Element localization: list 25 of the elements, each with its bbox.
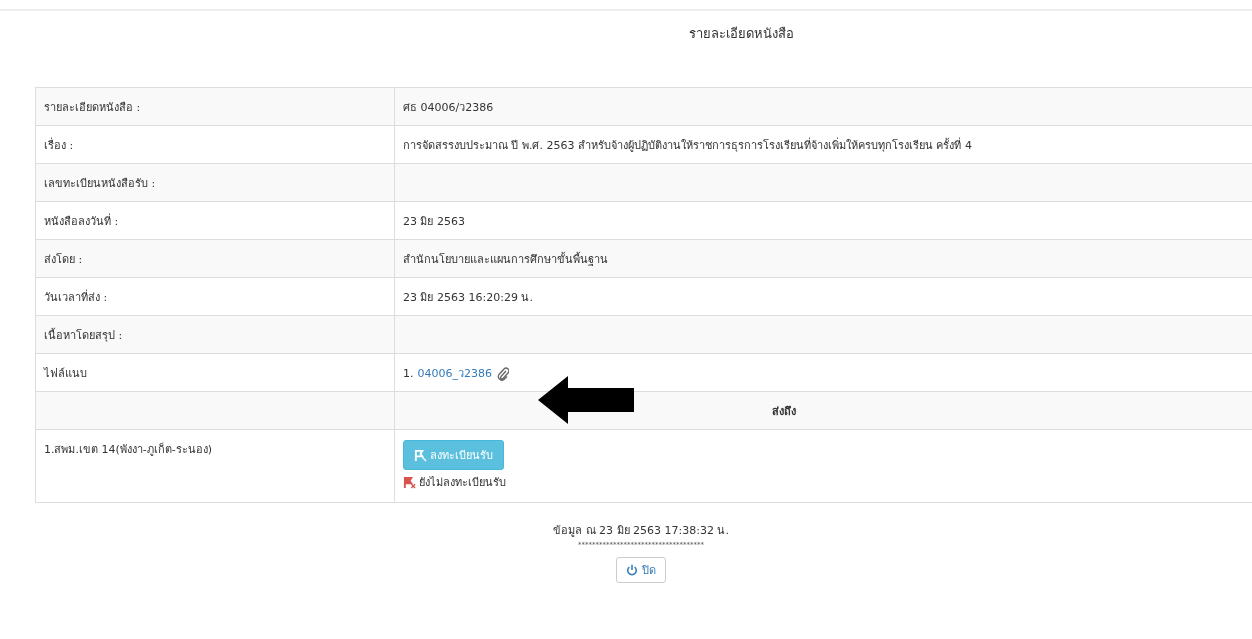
field-value: การจัดสรรงบประมาณ ปี พ.ศ. 2563 สำหรับจ้างผู้ปฏิบัติงานให้ราชการธุรการโรงเรียนที่จ้างเพิ่มให้ครบทุกโรงเรียน ครั้งที่ 4	[403, 138, 972, 152]
recipient-name: 1.สพม.เขต 14(พังงา-ภูเก็ต-ระนอง)	[44, 443, 212, 456]
list-number: 1.	[403, 366, 414, 380]
field-value: 23 มิย 2563 16:20:29 น.	[403, 290, 533, 304]
field-label: ไฟล์แนบ	[44, 366, 87, 380]
field-label: ส่งโดย :	[44, 252, 83, 266]
power-icon	[626, 564, 638, 576]
section-header: ส่งถึง	[771, 404, 796, 418]
attachment-link[interactable]: 04006_ว2386	[417, 366, 492, 380]
field-value: ศธ 04006/ว2386	[403, 100, 494, 114]
flag-icon	[403, 475, 416, 489]
page-title: รายละเอียดหนังสือ	[687, 25, 795, 43]
field-label: หนังสือลงวันที่ :	[44, 214, 119, 228]
timestamp-text: ข้อมูล ณ 23 มิย 2563 17:38:32 น.	[553, 523, 729, 539]
paperclip-icon	[497, 366, 509, 381]
field-label: วันเวลาที่ส่ง :	[44, 290, 108, 304]
field-value: สำนักนโยบายและแผนการศึกษาขั้นพื้นฐาน	[403, 252, 608, 266]
field-label: เนื้อหาโดยสรุป :	[44, 328, 123, 342]
field-label: เรื่อง :	[44, 138, 74, 152]
status-text: ยังไม่ลงทะเบียนรับ	[419, 475, 506, 491]
close-button[interactable]: ปิด	[616, 557, 666, 583]
field-label: เลขทะเบียนหนังสือรับ :	[44, 176, 156, 190]
field-value: 23 มิย 2563	[403, 214, 465, 228]
field-label: รายละเอียดหนังสือ :	[44, 100, 141, 114]
flag-icon	[414, 448, 427, 462]
